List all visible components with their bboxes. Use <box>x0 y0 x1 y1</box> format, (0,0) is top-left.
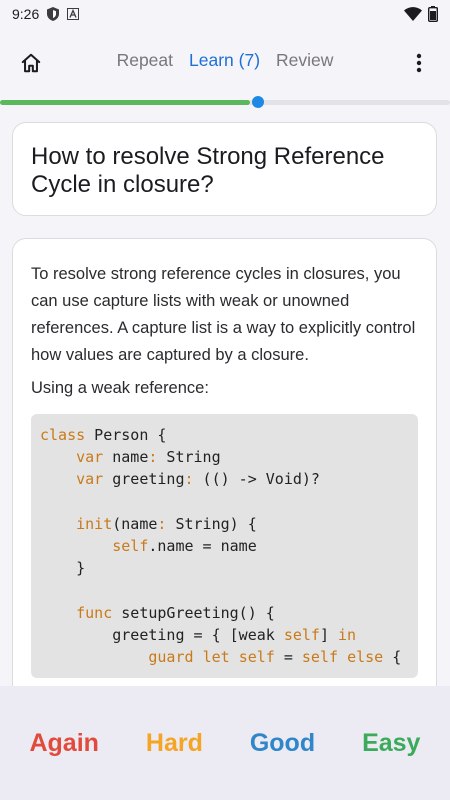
code-block: class Person { var name: String var gree… <box>31 414 418 679</box>
code-line: class Person { <box>40 426 167 444</box>
status-right <box>404 6 438 22</box>
code-line: var name: String <box>76 448 221 467</box>
tab-review[interactable]: Review <box>276 50 333 71</box>
top-bar: Repeat Learn (7) Review <box>0 36 450 88</box>
clock: 9:26 <box>12 6 40 22</box>
question-text: How to resolve Strong Reference Cycle in… <box>31 143 385 198</box>
easy-button[interactable]: Easy <box>352 721 430 766</box>
battery-icon <box>428 6 438 22</box>
progress-fill <box>0 100 250 105</box>
progress-knob <box>251 96 264 108</box>
answer-bar: Again Hard Good Easy <box>0 686 450 800</box>
code-line: func setupGreeting() { <box>76 603 275 622</box>
progress-bar <box>0 96 450 108</box>
tab-learn[interactable]: Learn (7) <box>189 50 260 71</box>
question-card: How to resolve Strong Reference Cycle in… <box>12 122 437 216</box>
code-line: } <box>40 559 86 578</box>
status-bar: 9:26 <box>0 0 450 28</box>
wifi-icon <box>404 7 422 21</box>
code-line: init(name: String) { <box>76 514 257 533</box>
mode-tabs: Repeat Learn (7) Review <box>0 50 450 71</box>
code-line: var greeting: (() -> Void)? <box>76 470 320 489</box>
status-left: 9:26 <box>12 6 80 22</box>
code-line: greeting = { [weak self] in <box>40 625 357 644</box>
code-line: self.name = name <box>112 537 257 556</box>
code-line: guard let self = self else { <box>148 648 402 667</box>
hard-button[interactable]: Hard <box>136 721 213 766</box>
more-vert-icon[interactable] <box>404 48 434 78</box>
good-button[interactable]: Good <box>240 721 325 766</box>
answer-subheading: Using a weak reference: <box>31 379 209 397</box>
again-button[interactable]: Again <box>19 721 108 766</box>
answer-paragraph: To resolve strong reference cycles in cl… <box>31 265 416 364</box>
a-icon <box>67 8 80 20</box>
tab-repeat[interactable]: Repeat <box>117 50 173 71</box>
shield-icon <box>47 7 60 21</box>
